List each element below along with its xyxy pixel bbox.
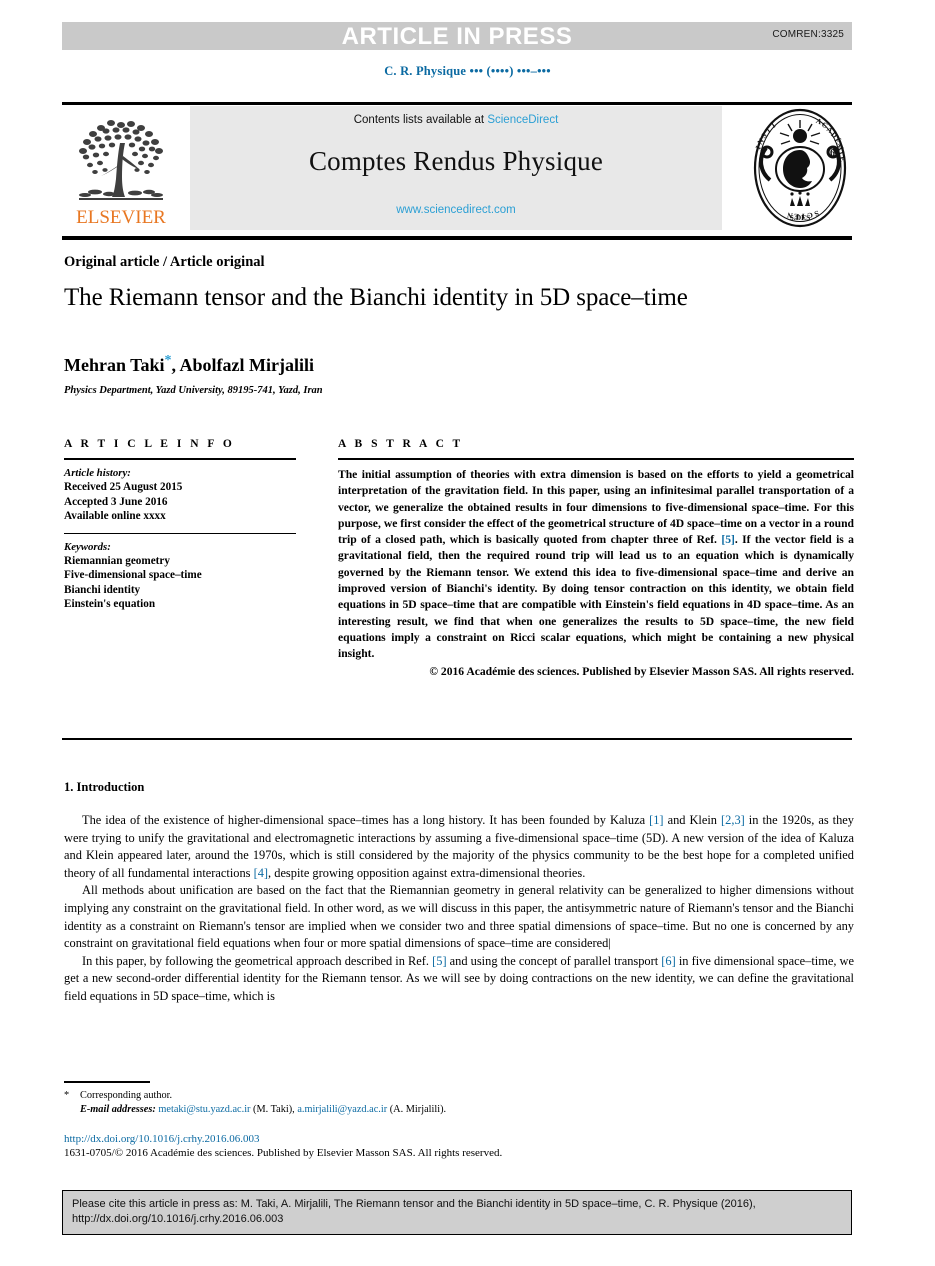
history-available-online: Available online xxxx — [64, 510, 166, 522]
doi-link[interactable]: http://dx.doi.org/10.1016/j.crhy.2016.06… — [64, 1132, 764, 1146]
keyword-item: Bianchi identity — [64, 583, 141, 596]
citation-ref[interactable]: [5] — [432, 954, 446, 968]
affiliation: Physics Department, Yazd University, 891… — [64, 385, 323, 396]
paragraph-2: All methods about unification are based … — [64, 883, 854, 951]
footnote-rule — [64, 1081, 150, 1083]
svg-text:66: 66 — [830, 148, 840, 159]
paragraph-3: In this paper, by following the geometri… — [64, 953, 854, 1006]
elsevier-wordmark: ELSEVIER — [76, 207, 166, 228]
article-info-rule — [64, 458, 296, 460]
doi-block: http://dx.doi.org/10.1016/j.crhy.2016.06… — [64, 1132, 764, 1161]
cite-this-article-box: Please cite this article in press as: M.… — [62, 1190, 852, 1235]
author-list: Mehran Taki*, Abolfazl Mirjalili — [64, 353, 314, 376]
abstract-body: The initial assumption of theories with … — [338, 467, 854, 663]
author-secondary: , Abolfazl Mirjalili — [171, 355, 315, 375]
contents-prefix: Contents lists available at — [353, 114, 488, 126]
svg-text:S.DES: S.DES — [790, 213, 811, 222]
p1-d: , despite growing opposition against ext… — [268, 865, 586, 880]
abstract-part-2: . If the vector field is a gravitational… — [338, 533, 854, 661]
citation-ref[interactable]: [1] — [649, 813, 663, 827]
keywords-divider — [64, 532, 296, 534]
email-link-mirjalili[interactable]: a.mirjalili@yazd.ac.ir — [297, 1104, 387, 1115]
masthead-center-panel: Contents lists available at ScienceDirec… — [190, 106, 722, 230]
academie-des-sciences-seal-icon: I N S T I A C A D É M I E S C I E N 66 S… — [748, 106, 852, 230]
keyword-item: Einstein's equation — [64, 598, 156, 610]
sciencedirect-link[interactable]: ScienceDirect — [487, 114, 558, 126]
history-accepted: Accepted 3 June 2016 — [64, 495, 168, 508]
page-title: The Riemann tensor and the Bianchi ident… — [64, 284, 688, 311]
email1-who: (M. Taki), — [250, 1103, 298, 1115]
footnote-block: * Corresponding author. E-mail addresses:… — [64, 1089, 764, 1116]
corresponding-author-text: Corresponding author. — [80, 1090, 173, 1101]
abstract-heading: A B S T R A C T — [338, 438, 464, 450]
citation-ref[interactable]: [4] — [254, 866, 268, 880]
article-in-press-label: ARTICLE IN PRESS — [341, 23, 573, 50]
corresponding-author-marker[interactable]: * — [165, 353, 172, 368]
keyword-item: Five-dimensional space–time — [64, 569, 202, 581]
article-type-kicker: Original article / Article original — [64, 254, 265, 270]
citation-ref[interactable]: [2,3] — [721, 813, 745, 827]
history-received: Received 25 August 2015 — [64, 481, 183, 493]
article-first-page: ARTICLE IN PRESS COMREN:3325 C. R. Physi… — [0, 0, 935, 1266]
academy-seal-svg: I N S T I A C A D É M I E S C I E N 66 S… — [754, 108, 847, 228]
article-in-press-banner: ARTICLE IN PRESS COMREN:3325 — [62, 22, 852, 50]
abstract-column: A B S T R A C T The initial assumption o… — [338, 438, 854, 678]
journal-title: Comptes Rendus Physique — [308, 146, 604, 176]
elsevier-logo: ELSEVIER — [65, 109, 177, 229]
issn-copyright-line: 1631-0705/© 2016 Académie des sciences. … — [64, 1147, 503, 1159]
cite-line-2[interactable]: http://dx.doi.org/10.1016/j.crhy.2016.06… — [72, 1212, 842, 1227]
email2-who: (A. Mirjalili). — [387, 1103, 447, 1115]
keywords-label: Keywords: — [64, 540, 111, 553]
p3-b: and using the concept of parallel transp… — [446, 953, 662, 968]
section-heading-introduction: 1. Introduction — [64, 780, 145, 794]
cite-line-1: Please cite this article in press as: M.… — [72, 1198, 756, 1210]
email-label: E-mail addresses: — [80, 1103, 156, 1115]
sciencedirect-url[interactable]: www.sciencedirect.com — [190, 204, 722, 216]
paragraph-1: The idea of the existence of higher-dime… — [64, 812, 854, 882]
email-link-taki[interactable]: metaki@stu.yazd.ac.ir — [158, 1104, 250, 1115]
keyword-item: Riemannian geometry — [64, 554, 170, 567]
abstract-copyright: © 2016 Académie des sciences. Published … — [429, 664, 854, 678]
article-info-column: A R T I C L E I N F O Article history: R… — [64, 438, 296, 612]
corresponding-author-note: * Corresponding author. — [64, 1089, 764, 1103]
article-history-label: Article history: — [64, 467, 131, 479]
contents-available-line: Contents lists available at ScienceDirec… — [190, 114, 722, 126]
abstract-rule — [338, 458, 854, 460]
body-top-rule — [62, 738, 852, 740]
citation-ref[interactable]: [5] — [721, 533, 735, 546]
article-info-heading: A R T I C L E I N F O — [64, 438, 235, 450]
comren-id: COMREN:3325 — [772, 29, 844, 40]
journal-masthead: ELSEVIER Contents lists available at Sci… — [62, 106, 852, 232]
journal-running-head: C. R. Physique ••• (••••) •••–••• — [384, 64, 551, 78]
masthead-top-rule — [62, 102, 852, 105]
p1-a: The idea of the existence of higher-dime… — [82, 813, 650, 827]
masthead-bottom-rule — [62, 236, 852, 240]
body-text: The idea of the existence of higher-dime… — [64, 812, 854, 1006]
p1-b: and Klein — [663, 813, 722, 827]
elsevier-tree-icon — [79, 120, 163, 200]
citation-ref[interactable]: [6] — [661, 954, 675, 968]
footnote-star-icon: * — [64, 1090, 70, 1101]
email-addresses-note: E-mail addresses: metaki@stu.yazd.ac.ir … — [64, 1103, 764, 1117]
p3-a: In this paper, by following the geometri… — [82, 953, 433, 968]
author-primary: Mehran Taki — [64, 355, 165, 375]
